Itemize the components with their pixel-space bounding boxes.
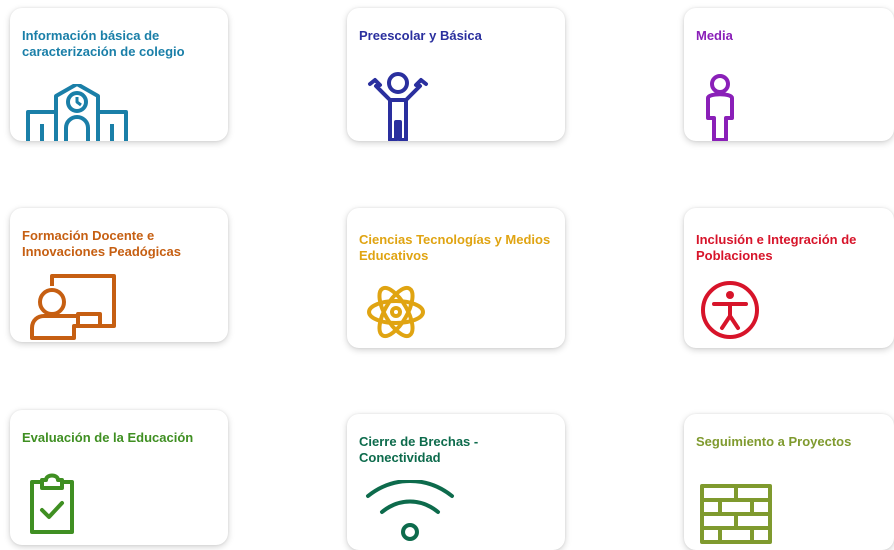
card-title: Media xyxy=(696,28,733,43)
clipboard-check-icon xyxy=(30,470,74,534)
card-title: Cierre de Brechas - Conectividad xyxy=(359,434,479,465)
card-formacion[interactable]: Formación Docente e Innovaciones Peadógi… xyxy=(10,208,228,342)
card-evaluacion[interactable]: Evaluación de la Educación xyxy=(10,410,228,545)
card-ciencias[interactable]: Ciencias Tecnologías y Medios Educativos xyxy=(347,208,565,348)
module-grid: Información básica de caracterización de… xyxy=(0,0,894,550)
card-title: Formación Docente e Innovaciones Peadógi… xyxy=(22,228,181,259)
brick-wall-icon xyxy=(700,484,772,544)
card-preescolar[interactable]: Preescolar y Básica xyxy=(347,8,565,141)
school-building-icon xyxy=(26,84,128,141)
atom-icon xyxy=(367,280,425,344)
teacher-board-icon xyxy=(30,274,116,340)
accessibility-icon xyxy=(700,280,760,340)
card-brechas[interactable]: Cierre de Brechas - Conectividad xyxy=(347,414,565,550)
card-title: Información básica de caracterización de… xyxy=(22,28,185,59)
card-title: Seguimiento a Proyectos xyxy=(696,434,852,449)
card-title: Evaluación de la Educación xyxy=(22,430,194,445)
teenager-icon xyxy=(704,74,736,141)
wifi-icon xyxy=(365,480,455,546)
card-caracterizacion[interactable]: Información básica de caracterización de… xyxy=(10,8,228,141)
card-title: Ciencias Tecnologías y Medios Educativos xyxy=(359,232,551,263)
card-title: Preescolar y Básica xyxy=(359,28,482,43)
card-seguimiento[interactable]: Seguimiento a Proyectos xyxy=(684,414,894,550)
card-title: Inclusión e Integración de Poblaciones xyxy=(696,232,857,263)
card-inclusion[interactable]: Inclusión e Integración de Poblaciones xyxy=(684,208,894,348)
child-icon xyxy=(367,72,429,141)
card-media[interactable]: Media xyxy=(684,8,894,141)
